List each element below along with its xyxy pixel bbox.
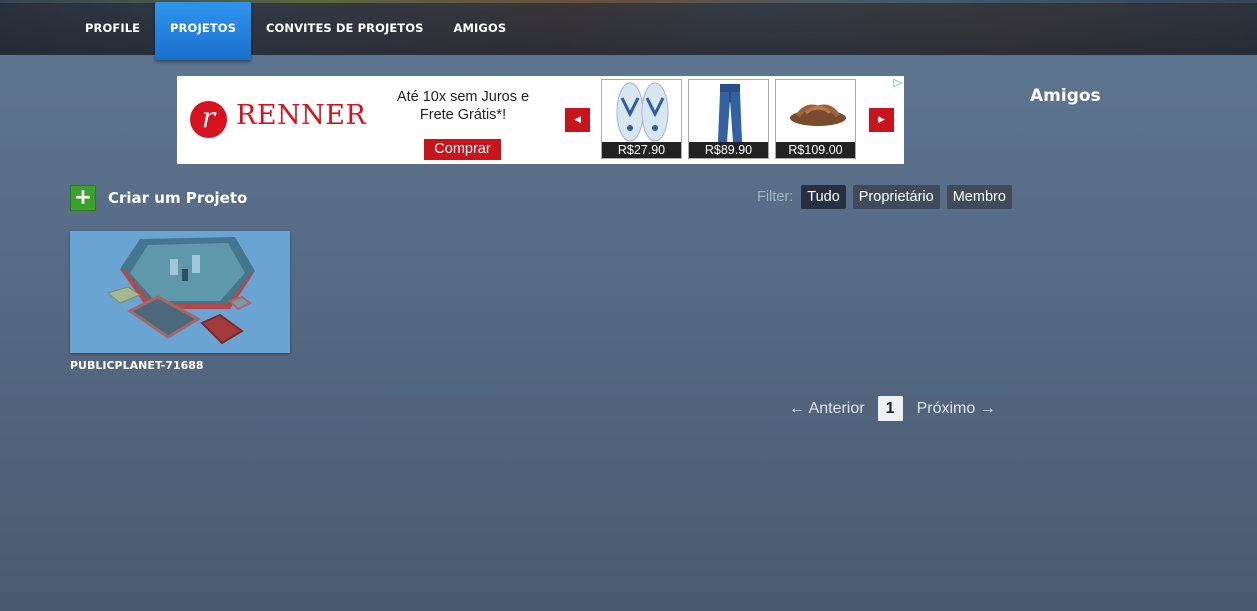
ad-prev-button[interactable]: ◀ bbox=[565, 108, 590, 132]
filter-option-membro[interactable]: Membro bbox=[946, 185, 1012, 209]
plus-icon: + bbox=[70, 185, 96, 211]
main-nav: PROFILE PROJETOS CONVITES DE PROJETOS AM… bbox=[70, 0, 522, 60]
renner-logo-text: RENNER bbox=[236, 100, 367, 131]
nav-tab-profile[interactable]: PROFILE bbox=[70, 0, 155, 55]
ad-product-sandals[interactable]: R$109.00 bbox=[775, 79, 856, 159]
advertisement-banner[interactable]: r RENNER Até 10x sem Juros e Frete Gráti… bbox=[177, 76, 904, 164]
flip-flops-image bbox=[616, 82, 669, 142]
ad-product-price: R$109.00 bbox=[776, 142, 855, 158]
filter-label: Filter: bbox=[757, 189, 794, 205]
renner-logo-mark: r bbox=[190, 101, 227, 138]
ad-buy-button[interactable]: Comprar bbox=[424, 139, 501, 160]
pagination-current-page[interactable]: 1 bbox=[877, 396, 903, 421]
create-project-label: Criar um Projeto bbox=[108, 189, 248, 207]
ad-product-price: R$89.90 bbox=[689, 142, 768, 158]
adchoices-icon[interactable]: ▷ bbox=[894, 77, 902, 88]
top-navigation-bar: PROFILE PROJETOS CONVITES DE PROJETOS AM… bbox=[0, 0, 1257, 60]
ad-headline: Até 10x sem Juros e Frete Grátis*! bbox=[396, 89, 530, 123]
ad-product-jeans[interactable]: R$89.90 bbox=[688, 79, 769, 159]
ad-product-flip-flops[interactable]: R$27.90 bbox=[601, 79, 682, 159]
nav-tab-projetos[interactable]: PROJETOS bbox=[155, 2, 251, 60]
sandals-image bbox=[790, 104, 846, 126]
project-card-thumbnail[interactable] bbox=[70, 231, 290, 353]
jeans-image bbox=[718, 84, 742, 142]
pagination: ← Anterior 1 Próximo → bbox=[789, 396, 996, 421]
pagination-prev-link[interactable]: ← Anterior bbox=[789, 400, 865, 418]
nav-tab-convites-de-projetos[interactable]: CONVITES DE PROJETOS bbox=[251, 0, 439, 55]
pagination-next-link[interactable]: Próximo → bbox=[917, 400, 996, 418]
sidebar-title-amigos: Amigos bbox=[1030, 86, 1101, 106]
project-thumbnail-image bbox=[70, 231, 290, 353]
arrow-right-icon: ▶ bbox=[878, 115, 885, 125]
filter-option-tudo[interactable]: Tudo bbox=[801, 185, 846, 209]
create-project-button[interactable]: + Criar um Projeto bbox=[70, 185, 247, 211]
ad-next-button[interactable]: ▶ bbox=[869, 108, 894, 132]
filter-option-proprietario[interactable]: Proprietário bbox=[852, 185, 940, 209]
arrow-left-icon: ◀ bbox=[574, 115, 581, 125]
project-name[interactable]: PUBLICPLANET-71688 bbox=[70, 359, 204, 372]
ad-product-price: R$27.90 bbox=[602, 142, 681, 158]
project-filter: Filter: Tudo Proprietário Membro bbox=[757, 185, 1019, 209]
nav-tab-amigos[interactable]: AMIGOS bbox=[439, 0, 522, 55]
